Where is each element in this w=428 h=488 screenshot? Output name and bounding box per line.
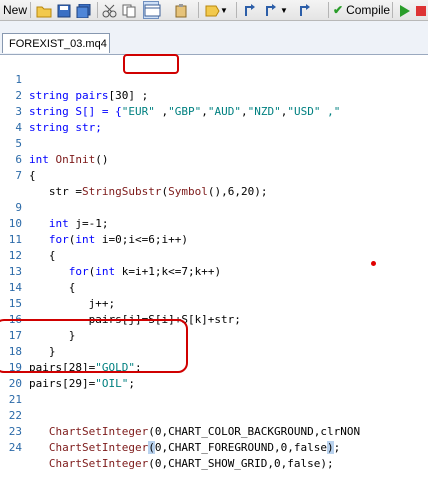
window-layout-icon [144, 4, 161, 17]
code-line: 22 ChartSetInteger(0,CHART_COLOR_BACKGRO… [0, 392, 428, 438]
folder-icon [36, 4, 52, 17]
token: ChartSetInteger [48, 441, 149, 454]
code-line: 3 string str; [0, 88, 428, 134]
toolbar-separator [236, 2, 237, 18]
toolbar: New ▼ ▼ ✔ Compile [0, 0, 428, 21]
stop-icon [414, 4, 428, 17]
navigator-icon [204, 4, 220, 17]
run-button[interactable] [398, 1, 412, 19]
code-line: 24 ChartSetInteger(0,CHART_SHOW_GRID,0,f… [0, 424, 428, 470]
toolbar-separator [198, 2, 199, 18]
code-line: 13 { [0, 248, 428, 294]
code-line: 12 for(int k=i+1;k<=7;k++) [0, 232, 428, 278]
token: (0,CHART_SHOW_GRID,0,false); [148, 457, 334, 470]
toggle-comment-button[interactable] [243, 1, 257, 19]
uncomment-button[interactable]: ▼ [264, 1, 288, 19]
copy-button[interactable] [122, 1, 136, 19]
save-button[interactable] [57, 1, 71, 19]
toolbar-separator [97, 2, 98, 18]
clipboard-icon [174, 3, 188, 17]
code-line: 21 [0, 376, 428, 406]
token: ) [327, 441, 334, 454]
code-line: 1 string pairs[30] ; [0, 56, 428, 102]
comment-arrow-icon [243, 3, 257, 17]
checkmark-icon: ✔ [333, 3, 344, 17]
code-line: 10 for(int i=0;i<=6;i++) [0, 200, 428, 246]
code-line: 23 ChartSetInteger(0,CHART_FOREGROUND,0,… [0, 408, 428, 454]
code-line: 16 } [0, 296, 428, 342]
document-tab-bar: FOREXIST_03.mq4 * [0, 21, 428, 70]
code-line: 2 string S[] = {"EUR" ,"GBP","AUD","NZD"… [0, 72, 428, 118]
debug-icon [298, 3, 312, 17]
line-text: ChartSetInteger(0,CHART_SHOW_GRID,0,fals… [29, 456, 334, 472]
toolbar-separator [328, 2, 329, 18]
toolbar-separator [392, 2, 393, 18]
line-text: ChartSetInteger(0,CHART_FOREGROUND,0,fal… [29, 440, 340, 456]
save-all-icon [76, 3, 91, 18]
code-line: 15 pairs[j]=S[i]+S[k]+str; [0, 280, 428, 326]
code-line: 5 int OnInit() [0, 120, 428, 166]
token: ChartSetInteger [48, 457, 149, 470]
annotation-highlight-pairs [0, 319, 188, 373]
uncomment-arrow-icon [264, 3, 278, 17]
new-button[interactable]: New [3, 1, 27, 19]
red-dot-marker [371, 261, 376, 266]
layout-button[interactable] [143, 1, 161, 19]
code-line: 9 int j=-1; [0, 184, 428, 230]
annotation-highlight-size [123, 54, 179, 74]
compile-button[interactable]: ✔ Compile [333, 1, 390, 19]
toolbar-separator [30, 2, 31, 18]
save-all-button[interactable] [76, 1, 91, 19]
token: 0,CHART_FOREGROUND,0,false [154, 441, 328, 454]
paste-button[interactable] [174, 1, 188, 19]
code-line: 7 str =StringSubstr(Symbol(),6,20); [0, 152, 428, 198]
tab-forexist-03[interactable]: FOREXIST_03.mq4 * [2, 33, 110, 70]
code-editor[interactable]: 1 string pairs[30] ; 2 string S[] = {"EU… [0, 54, 428, 470]
stop-button[interactable] [414, 1, 428, 19]
token: ( [148, 441, 155, 454]
token: ; [333, 441, 341, 454]
cut-button[interactable] [102, 1, 117, 19]
code-line: 11 { [0, 216, 428, 262]
debug-button[interactable] [298, 1, 312, 19]
code-line: 14 j++; [0, 264, 428, 310]
code-line: 6 { [0, 136, 428, 182]
scissors-icon [102, 4, 117, 17]
chevron-down-icon: ▼ [280, 5, 288, 15]
code-line: 8 //////////////////////////////////////… [0, 168, 428, 184]
line-number: 24 [8, 441, 22, 454]
chevron-down-icon: ▼ [220, 5, 228, 15]
play-icon [398, 4, 412, 17]
copy-icon [122, 4, 136, 17]
code-line: 4 [0, 104, 428, 134]
open-folder-button[interactable] [36, 1, 52, 19]
navigator-button[interactable]: ▼ [204, 1, 228, 19]
save-icon [57, 4, 71, 17]
compile-label: Compile [346, 3, 391, 17]
new-label: New [3, 3, 28, 17]
